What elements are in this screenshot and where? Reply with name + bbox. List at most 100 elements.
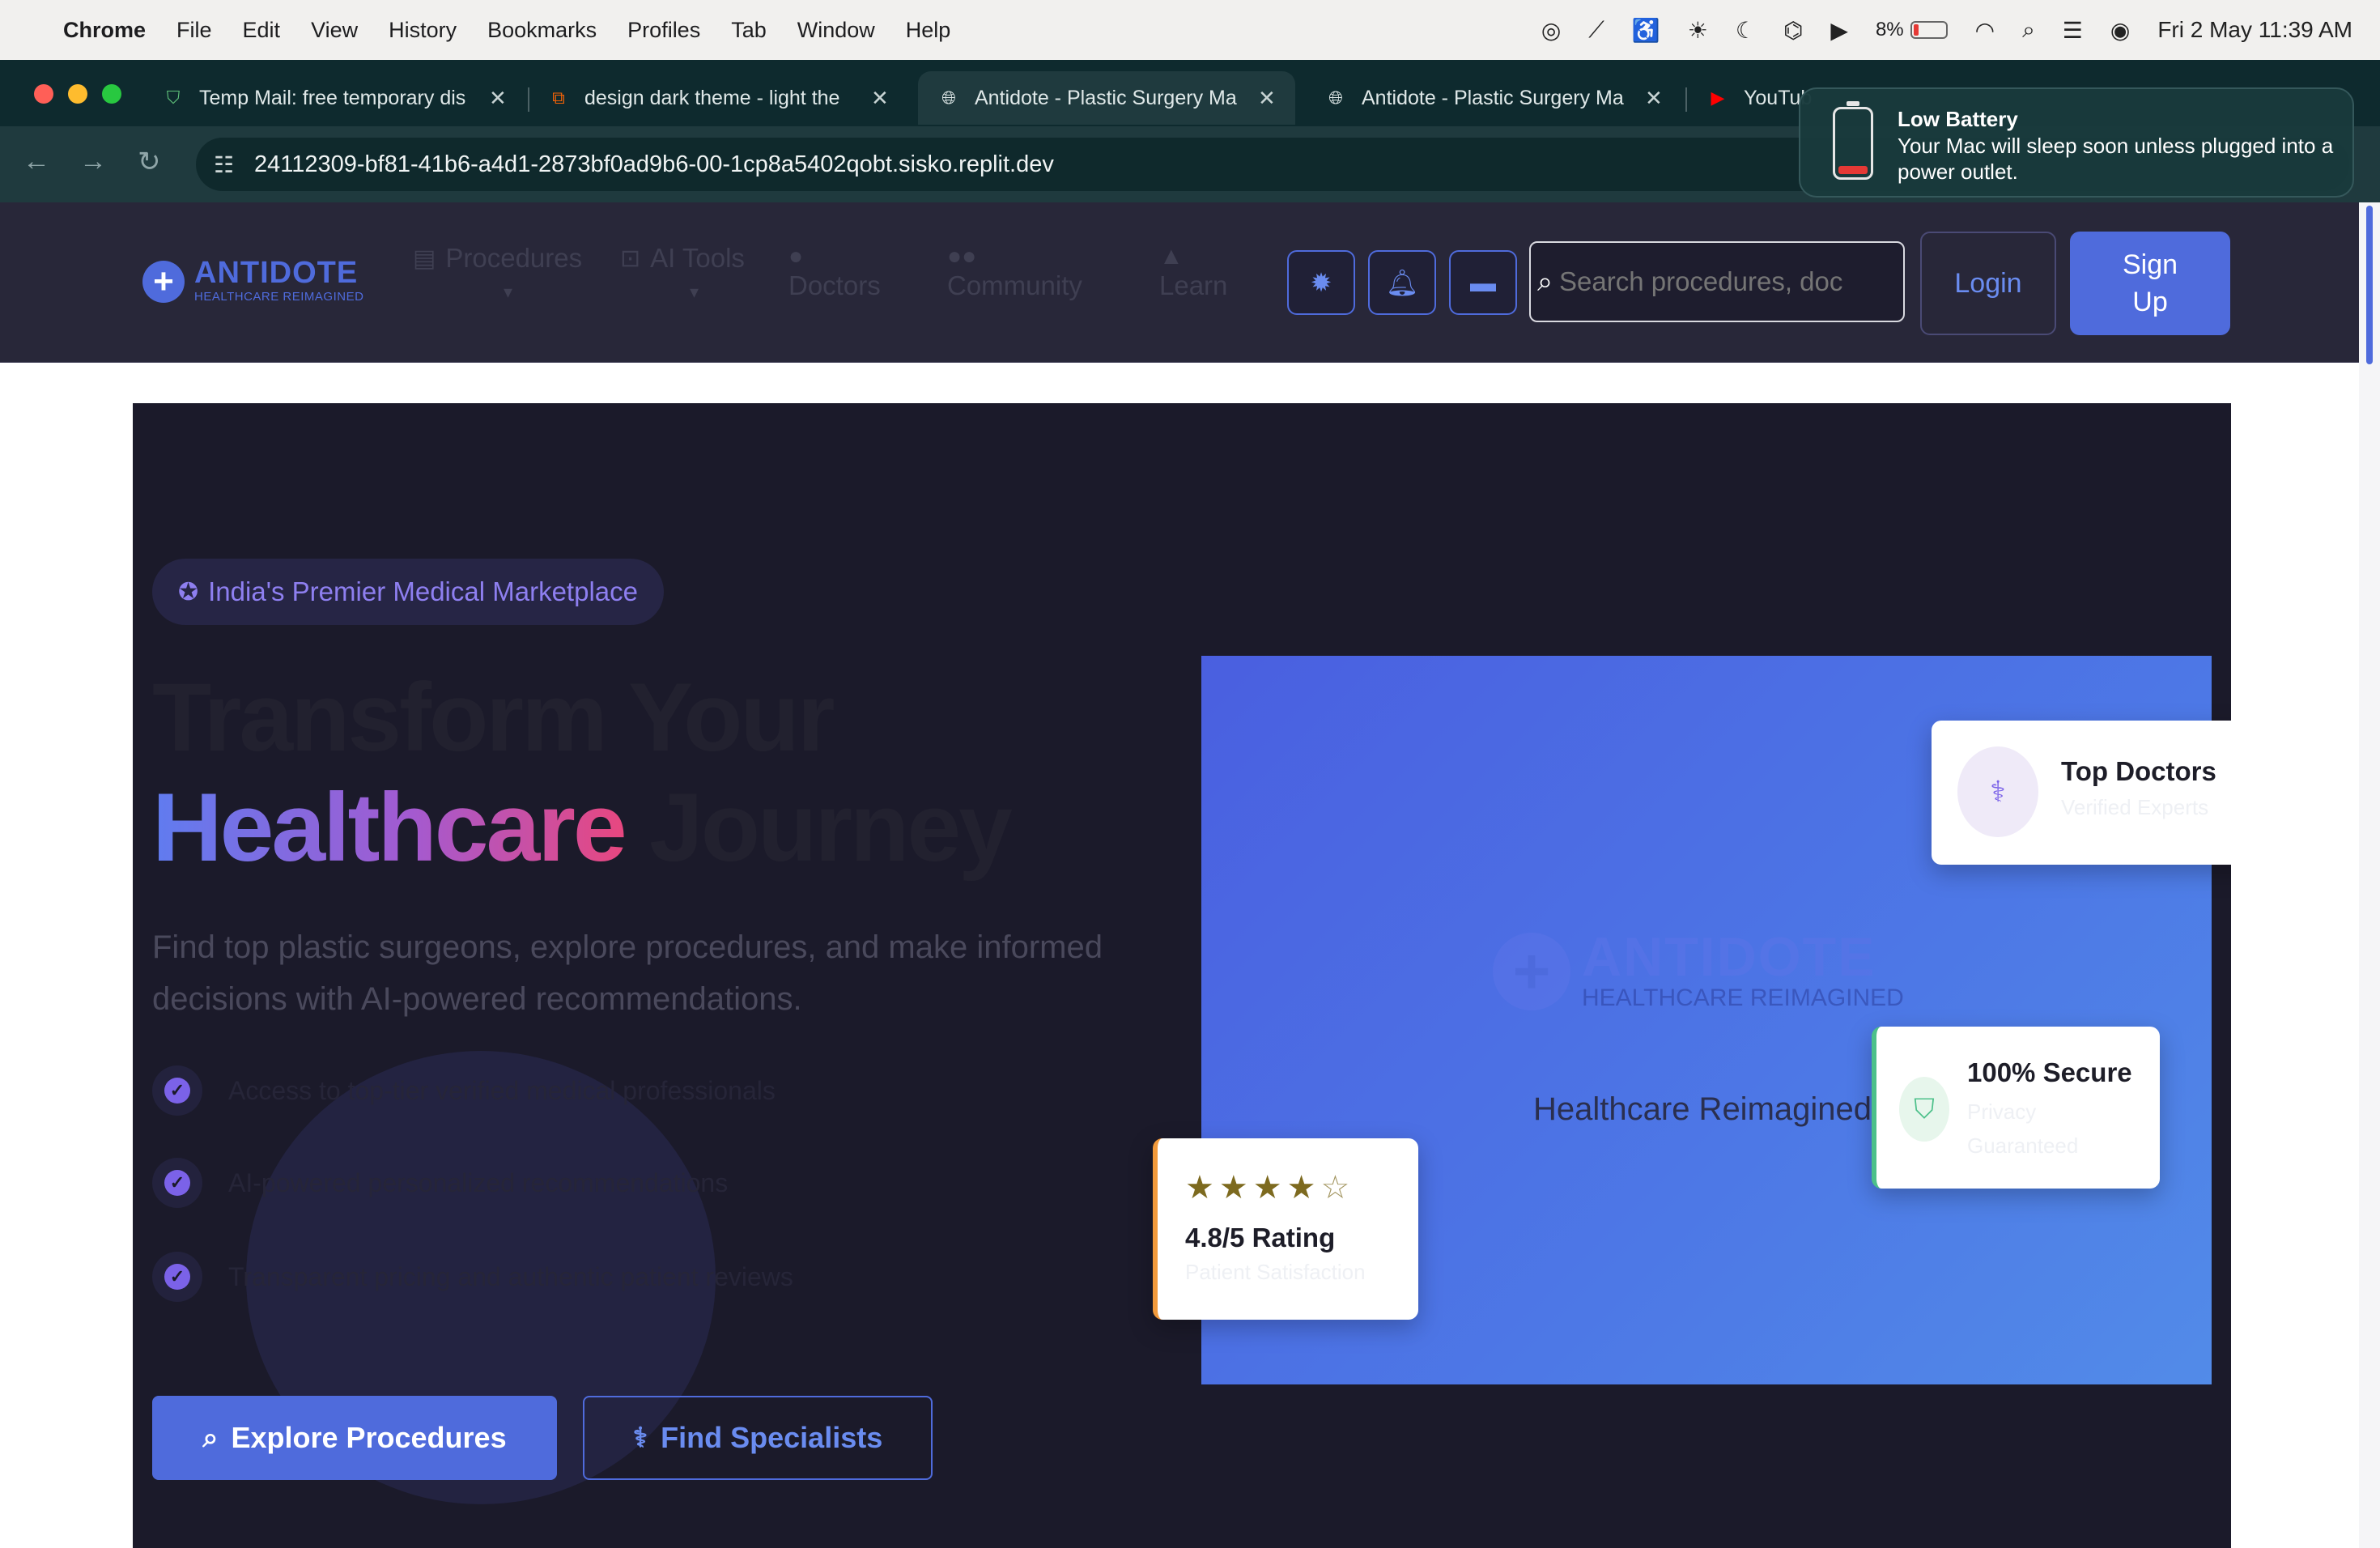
feature-text: Transparent pricing and authentic patien… xyxy=(228,1261,793,1291)
tab-design-dark-theme[interactable]: ⧉ design dark theme - light the ✕ xyxy=(528,71,908,125)
wifi-icon[interactable]: ◠ xyxy=(1975,17,1995,44)
youtube-icon: ▶ xyxy=(1711,87,1725,108)
menu-history[interactable]: History xyxy=(389,18,457,43)
menubar-clock[interactable]: Fri 2 May 11:39 AM xyxy=(2157,17,2352,43)
status-app-icon[interactable]: ◎ xyxy=(1541,17,1561,44)
minimize-window-button[interactable] xyxy=(68,84,87,104)
battery-indicator[interactable]: 8% xyxy=(1876,19,1948,41)
accessibility-icon[interactable]: ♿ xyxy=(1632,17,1660,44)
nav-community[interactable]: ●● Community xyxy=(947,243,1082,301)
feature-item: ✓ Transparent pricing and authentic pati… xyxy=(152,1252,793,1302)
close-tab-icon[interactable]: ✕ xyxy=(871,86,889,111)
antidote-logo[interactable]: + ANTIDOTE HEALTHCARE REIMAGINED xyxy=(142,256,364,304)
battery-percent: 8% xyxy=(1875,19,1904,40)
top-doctors-subtitle: Verified Experts xyxy=(2061,795,2209,819)
nav-label: Procedures xyxy=(445,243,583,273)
nav-label: Learn xyxy=(1159,270,1228,300)
tab-temp-mail[interactable]: ⛉ Temp Mail: free temporary dis ✕ xyxy=(142,71,526,125)
notification-title: Low Battery xyxy=(1898,107,2018,131)
menu-window[interactable]: Window xyxy=(797,18,875,43)
secure-title: 100% Secure xyxy=(1967,1057,2132,1087)
explore-label: Explore Procedures xyxy=(231,1421,507,1454)
login-button[interactable]: Login xyxy=(1920,232,2056,335)
siri-icon[interactable]: ◉ xyxy=(2110,17,2130,44)
menu-tab[interactable]: Tab xyxy=(731,18,767,43)
nav-ai-tools[interactable]: ⊡ AI Tools xyxy=(620,243,745,274)
theme-toggle-button[interactable]: ✹ xyxy=(1287,250,1355,315)
find-specialists-button[interactable]: ⚕ Find Specialists xyxy=(583,1396,933,1480)
menu-view[interactable]: View xyxy=(311,18,358,43)
reload-icon[interactable]: ↻ xyxy=(138,146,161,178)
award-icon: ✪ xyxy=(178,578,199,606)
feature-item: ✓ AI-powered personalized recommendation… xyxy=(152,1158,728,1208)
close-tab-icon[interactable]: ✕ xyxy=(1645,86,1663,111)
logo-name: ANTIDOTE xyxy=(194,256,359,290)
top-doctors-card: ⚕ Top Doctors Verified Experts xyxy=(1932,721,2231,865)
hero-badge: ✪ India's Premier Medical Marketplace xyxy=(152,559,664,625)
check-circle-icon: ✓ xyxy=(152,1065,202,1116)
menu-help[interactable]: Help xyxy=(906,18,951,43)
zoom-window-button[interactable] xyxy=(102,84,121,104)
fingerprint-icon[interactable]: ⌬ xyxy=(1783,17,1803,44)
sign-up-button[interactable]: Sign Up xyxy=(2070,232,2230,335)
close-window-button[interactable] xyxy=(34,84,53,104)
robot-icon: ⊡ xyxy=(620,245,641,272)
scrollbar-thumb[interactable] xyxy=(2366,206,2373,364)
tab-antidote-active[interactable]: 🌐︎ Antidote - Plastic Surgery Ma ✕ xyxy=(918,71,1295,125)
clipboard-icon: ▤ xyxy=(413,245,436,272)
hero-section: ✪ India's Premier Medical Marketplace Tr… xyxy=(133,403,2231,1548)
page-scrollbar[interactable] xyxy=(2359,202,2380,1548)
watermark-name: ANTIDOTE xyxy=(1582,926,1876,988)
brightness-icon[interactable]: ☀ xyxy=(1688,17,1708,44)
logo-tagline: HEALTHCARE REIMAGINED xyxy=(194,290,364,304)
menu-bookmarks[interactable]: Bookmarks xyxy=(487,18,597,43)
search-input[interactable] xyxy=(1559,243,1903,321)
tab-antidote[interactable]: 🌐︎ Antidote - Plastic Surgery Ma ✕ xyxy=(1305,71,1682,125)
search-icon: ⌕ xyxy=(1536,266,1553,297)
check-circle-icon: ✓ xyxy=(152,1252,202,1302)
menu-edit[interactable]: Edit xyxy=(243,18,281,43)
control-center-icon[interactable]: ☰ xyxy=(2063,17,2083,44)
spotlight-search-icon[interactable]: ⌕ xyxy=(2022,17,2035,44)
replit-icon: ⧉ xyxy=(552,87,565,108)
close-tab-icon[interactable]: ✕ xyxy=(1258,86,1276,111)
chevron-down-icon[interactable]: ▾ xyxy=(504,282,512,303)
close-tab-icon[interactable]: ✕ xyxy=(489,86,507,111)
site-search[interactable]: ⌕ xyxy=(1529,241,1905,322)
heading-line-1: Transform Your xyxy=(152,663,835,772)
rating-card: ★★★★☆ 4.8/5 Rating Patient Satisfaction xyxy=(1153,1138,1418,1320)
messages-button[interactable]: ▬ xyxy=(1449,250,1517,315)
panel-watermark-logo: + ANTIDOTE HEALTHCARE REIMAGINED xyxy=(1493,926,1904,1012)
forward-arrow-icon[interactable]: → xyxy=(79,146,107,177)
nav-doctors[interactable]: ● Doctors xyxy=(788,243,881,301)
star-rating: ★★★★☆ xyxy=(1185,1170,1355,1206)
menu-profiles[interactable]: Profiles xyxy=(627,18,700,43)
badge-text: India's Premier Medical Marketplace xyxy=(208,576,638,606)
window-controls xyxy=(34,84,121,104)
menu-app-name[interactable]: Chrome xyxy=(63,18,146,43)
notifications-button[interactable]: 🔔︎ xyxy=(1368,250,1436,315)
tab-title: Temp Mail: free temporary dis xyxy=(199,86,466,109)
mute-icon[interactable]: ⟋ xyxy=(1588,17,1604,44)
watermark-tagline: HEALTHCARE REIMAGINED xyxy=(1582,985,1904,1011)
top-doctors-title: Top Doctors xyxy=(2061,756,2216,786)
url-text: 24112309-bf81-41b6-a4d1-2873bf0ad9b6-00-… xyxy=(254,151,1054,177)
hero-heading: Transform Your Healthcare Journey xyxy=(152,662,1013,882)
site-info-icon[interactable]: ☷ xyxy=(214,151,234,178)
nav-learn[interactable]: ▲ Learn xyxy=(1159,243,1227,301)
nav-procedures[interactable]: ▤ Procedures xyxy=(413,243,582,274)
low-battery-notification[interactable]: Low Battery Your Mac will sleep soon unl… xyxy=(1799,87,2354,198)
moon-icon[interactable]: ☾ xyxy=(1736,17,1756,44)
panel-tagline: Healthcare Reimagined xyxy=(1533,1091,1872,1127)
back-arrow-icon[interactable]: ← xyxy=(23,146,50,177)
globe-icon: 🌐︎ xyxy=(1328,87,1343,108)
play-icon[interactable]: ▶ xyxy=(1830,17,1848,44)
feature-text: Access to top-tier verified medical prof… xyxy=(228,1075,776,1105)
secure-subtitle: Privacy Guaranteed xyxy=(1967,1099,2079,1158)
rating-title: 4.8/5 Rating xyxy=(1185,1223,1336,1252)
shield-icon: ⛉ xyxy=(1899,1077,1949,1142)
menu-file[interactable]: File xyxy=(176,18,212,43)
graduation-cap-icon: ▲ xyxy=(1159,243,1184,270)
chevron-down-icon[interactable]: ▾ xyxy=(690,282,699,303)
explore-procedures-button[interactable]: ⌕ Explore Procedures xyxy=(152,1396,557,1480)
